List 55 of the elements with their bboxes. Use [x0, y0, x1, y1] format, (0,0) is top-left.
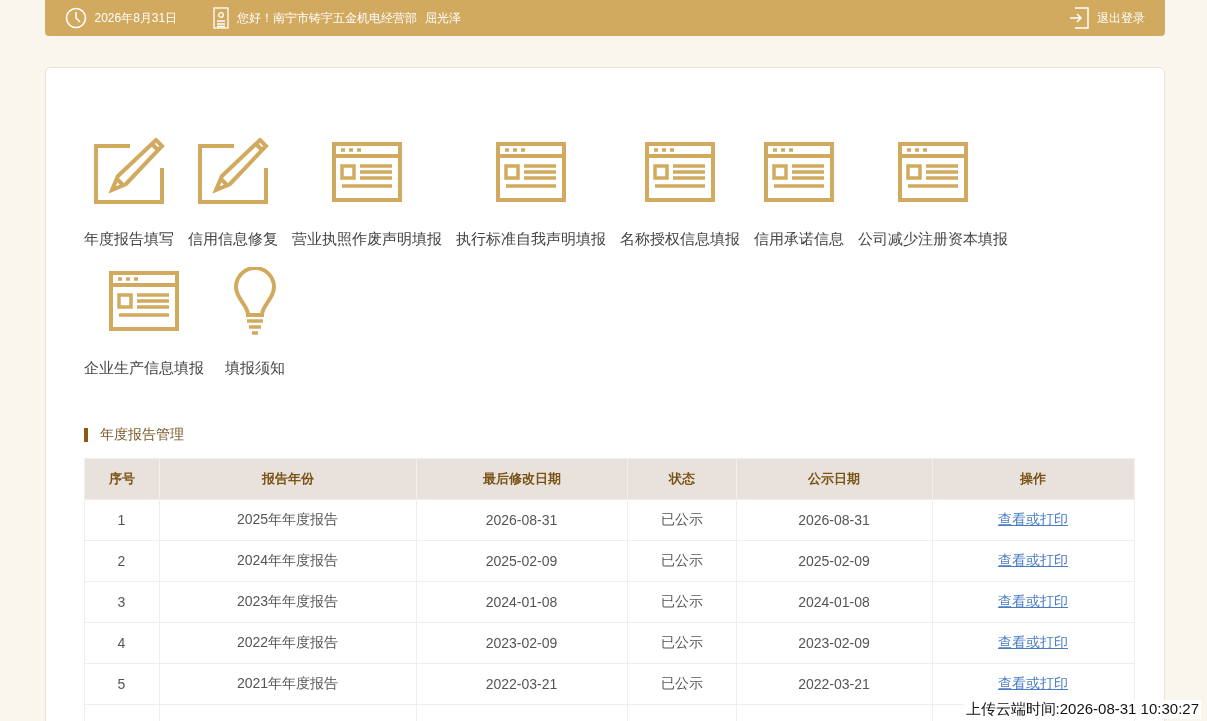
service-item[interactable]: 营业执照作废声明填报 [291, 138, 442, 249]
table-cell: 2025-02-09 [416, 540, 627, 582]
service-item[interactable]: 执行标准自我声明填报 [455, 138, 606, 249]
service-item[interactable]: 信用信息修复 [187, 138, 278, 249]
upload-time: 上传云端时间:2026-08-31 10:30:27 [965, 700, 1199, 717]
view-print-link[interactable]: 查看或打印 [998, 511, 1068, 527]
column-header: 序号 [84, 458, 159, 500]
greeting-text: 您好！南宁市铸宇五金机电经营部 [237, 9, 418, 27]
service-item[interactable]: 企业生产信息填报 [83, 267, 204, 378]
view-print-link[interactable]: 查看或打印 [998, 675, 1068, 691]
table-cell: 2026-08-31 [736, 499, 932, 541]
section-title: 年度报告管理 [99, 426, 184, 444]
pencil-icon [91, 138, 166, 206]
table-cell: 2022-03-21 [736, 663, 932, 705]
view-print-link[interactable]: 查看或打印 [998, 634, 1068, 650]
pencil-icon [195, 138, 270, 206]
view-print-link[interactable]: 查看或打印 [998, 593, 1068, 609]
table-cell: 2021年年度报告 [159, 663, 416, 705]
table-cell: 已公示 [627, 499, 736, 541]
table-cell: 2026-08-31 [416, 499, 627, 541]
view-print-link[interactable]: 查看或打印 [998, 552, 1068, 568]
table-cell: 已公示 [627, 663, 736, 705]
service-item[interactable]: 名称授权信息填报 [619, 138, 740, 249]
table-cell: 已公示 [627, 622, 736, 664]
service-item[interactable]: 年度报告填写 [83, 138, 174, 249]
table-cell: 3 [84, 581, 159, 623]
table-cell: 2022年年度报告 [159, 622, 416, 664]
table-cell: 2024-01-08 [416, 581, 627, 623]
column-header: 报告年份 [159, 458, 416, 500]
current-date: 2026年8月31日 [94, 9, 178, 27]
column-header: 公示日期 [736, 458, 932, 500]
table-cell: 2025年年度报告 [159, 499, 416, 541]
table-cell: 2024-01-08 [736, 581, 932, 623]
clock-icon [64, 7, 87, 29]
table-cell: 已公示 [627, 540, 736, 582]
column-header: 操作 [932, 458, 1134, 500]
service-item[interactable]: 公司减少注册资本填报 [857, 138, 1008, 249]
badge-icon [213, 7, 230, 29]
user-name: 屈光泽 [425, 9, 462, 27]
table-cell: 2024年年度报告 [159, 540, 416, 582]
column-header: 最后修改日期 [416, 458, 627, 500]
exit-icon [1068, 7, 1089, 29]
table-cell: 5 [84, 663, 159, 705]
table-cell: 已公示 [627, 581, 736, 623]
table-cell: 2023-02-09 [736, 622, 932, 664]
table-cell: 2 [84, 540, 159, 582]
column-header: 状态 [627, 458, 736, 500]
table-cell: 2022-03-21 [416, 663, 627, 705]
table-cell: 2025-02-09 [736, 540, 932, 582]
table-cell: 2023-02-09 [416, 622, 627, 664]
service-item[interactable]: 信用承诺信息 [753, 138, 844, 249]
table-cell: 4 [84, 622, 159, 664]
table-cell: 1 [84, 499, 159, 541]
service-item[interactable]: 填报须知 [217, 267, 292, 378]
table-cell: 2023年年度报告 [159, 581, 416, 623]
